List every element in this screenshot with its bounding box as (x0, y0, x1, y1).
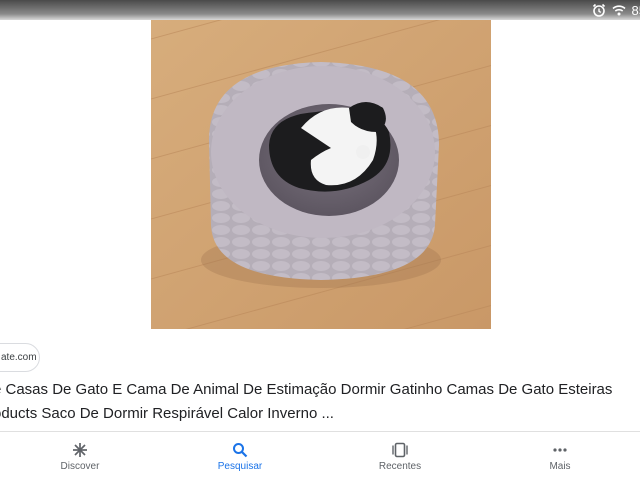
source-chip[interactable]: ate.com (0, 343, 40, 372)
asterisk-icon (72, 442, 88, 458)
result-image[interactable] (151, 20, 491, 329)
nav-search[interactable]: Pesquisar (160, 432, 320, 479)
nav-more-label: Mais (549, 461, 571, 472)
more-dots-icon (552, 442, 568, 458)
nav-discover-label: Discover (60, 461, 100, 472)
bottom-navigation: Discover Pesquisar Recentes Mais (0, 431, 640, 479)
nav-recents[interactable]: Recentes (320, 432, 480, 479)
status-bar: 85 (0, 0, 640, 20)
recents-icon (392, 442, 408, 458)
source-domain: ate.com (1, 352, 37, 363)
nav-search-label: Pesquisar (217, 461, 263, 472)
result-title-line-2: oducts Saco De Dormir Respirável Calor I… (0, 405, 334, 422)
nav-recents-label: Recentes (378, 461, 422, 472)
result-title-line-1: e Casas De Gato E Cama De Animal De Esti… (0, 381, 613, 398)
battery-level: 85 (631, 2, 640, 18)
result-title[interactable]: e Casas De Gato E Cama De Animal De Esti… (0, 378, 640, 426)
nav-more[interactable]: Mais (480, 432, 640, 479)
alarm-icon (592, 3, 606, 17)
search-icon (232, 442, 248, 458)
wifi-icon (611, 3, 626, 17)
nav-discover[interactable]: Discover (0, 432, 160, 479)
status-icons: 85 (592, 1, 640, 19)
